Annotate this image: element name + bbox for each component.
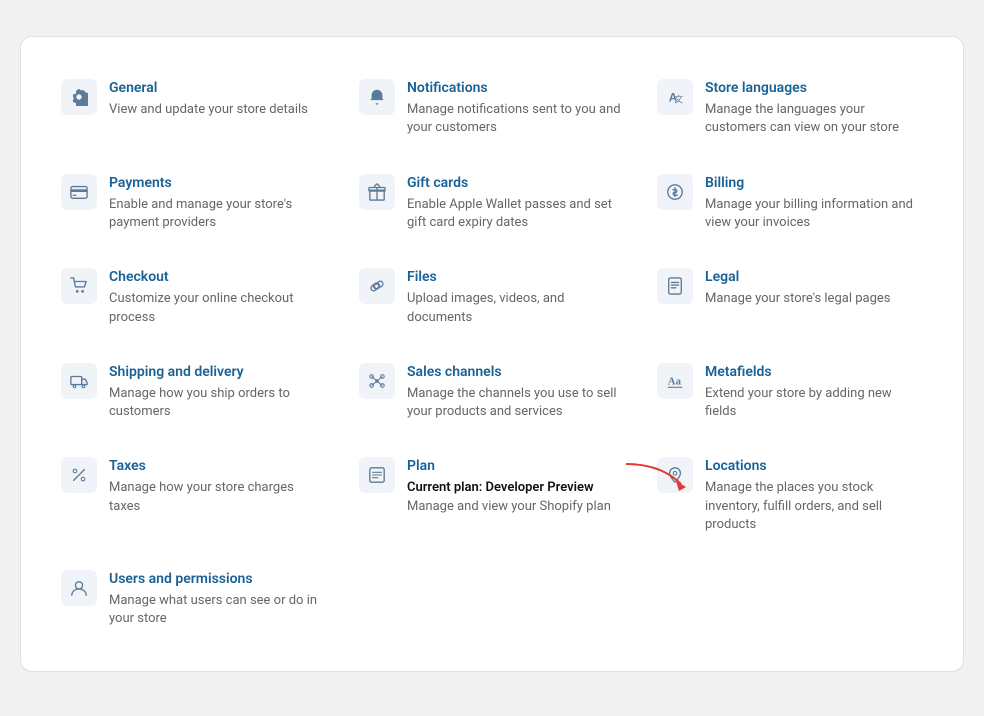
setting-desc-files: Upload images, videos, and documents (407, 290, 625, 326)
setting-text-legal: Legal Manage your store's legal pages (705, 268, 923, 308)
network-icon (359, 363, 395, 399)
setting-title-taxes: Taxes (109, 457, 327, 475)
setting-item-plan[interactable]: Plan Current plan: Developer Preview Man… (343, 439, 641, 552)
text-icon: Aa (657, 363, 693, 399)
bell-icon (359, 79, 395, 115)
setting-title-payments: Payments (109, 174, 327, 192)
setting-title-store-languages: Store languages (705, 79, 923, 97)
setting-text-sales-channels: Sales channels Manage the channels you u… (407, 363, 625, 422)
setting-text-notifications: Notifications Manage notifications sent … (407, 79, 625, 138)
setting-title-plan: Plan (407, 457, 625, 475)
setting-desc-notifications: Manage notifications sent to you and you… (407, 101, 625, 137)
setting-item-shipping[interactable]: Shipping and delivery Manage how you shi… (45, 345, 343, 440)
setting-title-billing: Billing (705, 174, 923, 192)
setting-desc-taxes: Manage how your store charges taxes (109, 479, 327, 515)
setting-plan-label: Current plan: Developer Preview (407, 479, 625, 497)
setting-desc-plan: Manage and view your Shopify plan (407, 498, 625, 516)
setting-desc-users-permissions: Manage what users can see or do in your … (109, 592, 327, 628)
setting-desc-metafields: Extend your store by adding new fields (705, 385, 923, 421)
setting-desc-sales-channels: Manage the channels you use to sell your… (407, 385, 625, 421)
setting-title-legal: Legal (705, 268, 923, 286)
setting-text-metafields: Metafields Extend your store by adding n… (705, 363, 923, 422)
setting-text-billing: Billing Manage your billing information … (705, 174, 923, 233)
setting-title-shipping: Shipping and delivery (109, 363, 327, 381)
setting-desc-shipping: Manage how you ship orders to customers (109, 385, 327, 421)
setting-desc-legal: Manage your store's legal pages (705, 290, 923, 308)
setting-item-taxes[interactable]: Taxes Manage how your store charges taxe… (45, 439, 343, 552)
setting-title-files: Files (407, 268, 625, 286)
setting-item-payments[interactable]: Payments Enable and manage your store's … (45, 156, 343, 251)
setting-title-notifications: Notifications (407, 79, 625, 97)
setting-title-metafields: Metafields (705, 363, 923, 381)
setting-text-checkout: Checkout Customize your online checkout … (109, 268, 327, 327)
user-icon (61, 570, 97, 606)
setting-text-gift-cards: Gift cards Enable Apple Wallet passes an… (407, 174, 625, 233)
setting-item-checkout[interactable]: Checkout Customize your online checkout … (45, 250, 343, 345)
document-icon (657, 268, 693, 304)
credit-card-icon (61, 174, 97, 210)
setting-text-shipping: Shipping and delivery Manage how you shi… (109, 363, 327, 422)
setting-item-sales-channels[interactable]: Sales channels Manage the channels you u… (343, 345, 641, 440)
plan-icon (359, 457, 395, 493)
setting-text-payments: Payments Enable and manage your store's … (109, 174, 327, 233)
gift-icon (359, 174, 395, 210)
setting-text-plan: Plan Current plan: Developer Preview Man… (407, 457, 625, 516)
setting-title-sales-channels: Sales channels (407, 363, 625, 381)
settings-grid: General View and update your store detai… (45, 61, 939, 647)
settings-card: General View and update your store detai… (20, 36, 964, 672)
setting-text-locations: Locations Manage the places you stock in… (705, 457, 923, 534)
dollar-icon (657, 174, 693, 210)
setting-desc-checkout: Customize your online checkout process (109, 290, 327, 326)
setting-item-store-languages[interactable]: A文 Store languages Manage the languages … (641, 61, 939, 156)
setting-desc-gift-cards: Enable Apple Wallet passes and set gift … (407, 196, 625, 232)
setting-desc-general: View and update your store details (109, 101, 327, 119)
setting-title-gift-cards: Gift cards (407, 174, 625, 192)
gear-icon (61, 79, 97, 115)
setting-desc-payments: Enable and manage your store's payment p… (109, 196, 327, 232)
setting-title-checkout: Checkout (109, 268, 327, 286)
setting-text-taxes: Taxes Manage how your store charges taxe… (109, 457, 327, 516)
svg-text:文: 文 (674, 93, 683, 104)
setting-text-general: General View and update your store detai… (109, 79, 327, 119)
setting-desc-billing: Manage your billing information and view… (705, 196, 923, 232)
setting-text-store-languages: Store languages Manage the languages you… (705, 79, 923, 138)
setting-item-metafields[interactable]: Aa Metafields Extend your store by addin… (641, 345, 939, 440)
link-icon (359, 268, 395, 304)
setting-item-files[interactable]: Files Upload images, videos, and documen… (343, 250, 641, 345)
setting-item-users-permissions[interactable]: Users and permissions Manage what users … (45, 552, 343, 647)
truck-icon (61, 363, 97, 399)
setting-text-files: Files Upload images, videos, and documen… (407, 268, 625, 327)
setting-desc-locations: Manage the places you stock inventory, f… (705, 479, 923, 534)
setting-desc-store-languages: Manage the languages your customers can … (705, 101, 923, 137)
setting-item-notifications[interactable]: Notifications Manage notifications sent … (343, 61, 641, 156)
svg-text:Aa: Aa (668, 375, 682, 387)
translate-icon: A文 (657, 79, 693, 115)
percent-icon (61, 457, 97, 493)
setting-item-general[interactable]: General View and update your store detai… (45, 61, 343, 156)
setting-title-general: General (109, 79, 327, 97)
cart-icon (61, 268, 97, 304)
setting-item-billing[interactable]: Billing Manage your billing information … (641, 156, 939, 251)
setting-item-legal[interactable]: Legal Manage your store's legal pages (641, 250, 939, 345)
setting-text-users-permissions: Users and permissions Manage what users … (109, 570, 327, 629)
setting-item-gift-cards[interactable]: Gift cards Enable Apple Wallet passes an… (343, 156, 641, 251)
setting-title-locations: Locations (705, 457, 923, 475)
setting-title-users-permissions: Users and permissions (109, 570, 327, 588)
